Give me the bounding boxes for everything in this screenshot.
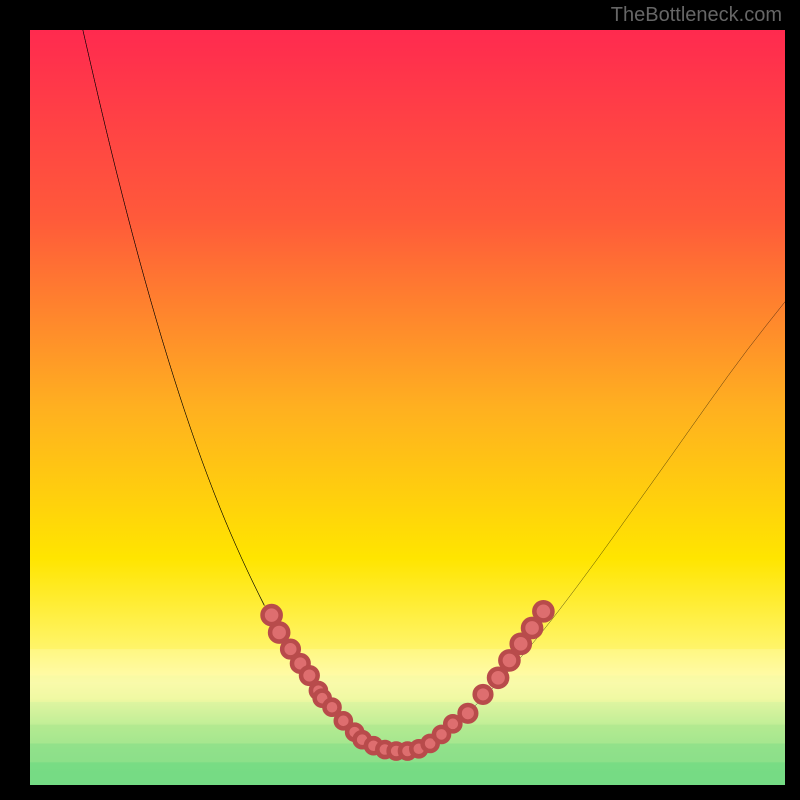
bottleneck-chart	[30, 30, 785, 785]
highlight-dot	[445, 716, 460, 731]
highlight-dot	[500, 651, 518, 669]
highlight-dot	[534, 602, 552, 620]
watermark-text: TheBottleneck.com	[611, 4, 782, 27]
highlight-dot	[475, 686, 492, 703]
highlight-dot	[270, 623, 288, 641]
chart-curves	[30, 30, 785, 785]
curve-left_curve	[83, 30, 362, 740]
curve-left-thick	[83, 30, 264, 605]
highlight-dot	[460, 705, 477, 722]
highlight-dot	[489, 669, 507, 687]
highlight-dot	[523, 619, 541, 637]
highlight-dot	[301, 667, 318, 684]
highlight-dot	[324, 700, 339, 715]
